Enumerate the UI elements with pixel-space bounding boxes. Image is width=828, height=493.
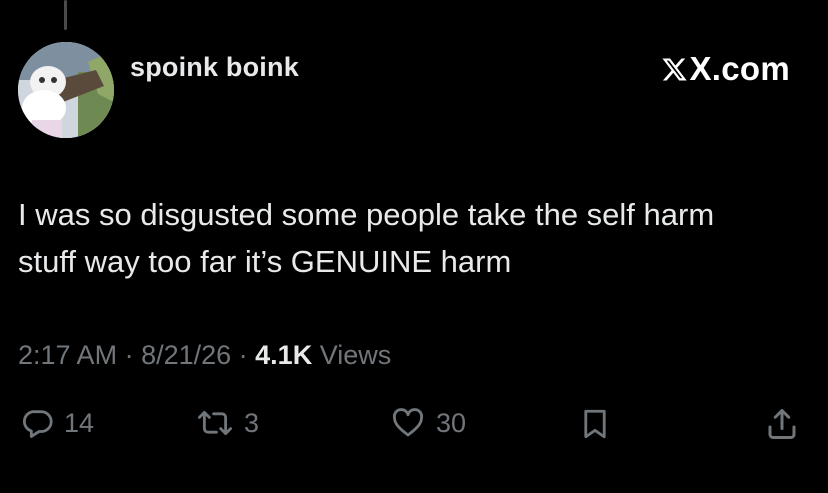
reply-icon (22, 410, 53, 438)
thread-connector-line (64, 0, 67, 30)
retweet-count: 3 (244, 407, 260, 438)
tweet-date[interactable]: 8/21/26 (141, 340, 231, 370)
brand-watermark: X.com (661, 50, 790, 88)
reply-count: 14 (64, 407, 95, 438)
tweet-meta: 2:17 AM · 8/21/26 · 4.1K Views (18, 340, 391, 371)
reply-button[interactable]: 14 (20, 406, 94, 440)
share-button[interactable] (764, 406, 800, 442)
share-icon (768, 409, 796, 439)
bookmark-button[interactable] (578, 406, 612, 442)
retweet-button[interactable]: 3 (196, 406, 259, 440)
author-name[interactable]: spoink boink (130, 52, 299, 83)
like-button[interactable]: 30 (390, 406, 466, 440)
avatar-image (18, 42, 114, 138)
views-label: Views (312, 340, 392, 370)
tweet-time[interactable]: 2:17 AM (18, 340, 117, 370)
avatar[interactable] (18, 42, 114, 138)
x-logo-icon (662, 58, 688, 80)
heart-icon (392, 408, 424, 437)
brand-text: X.com (689, 50, 790, 87)
bookmark-icon (584, 409, 606, 439)
meta-separator: · (117, 340, 142, 370)
meta-separator: · (231, 340, 256, 370)
tweet-text: I was so disgusted some people take the … (18, 197, 715, 279)
like-count: 30 (436, 407, 467, 438)
action-bar: 14 3 30 (0, 400, 828, 456)
retweet-icon (198, 410, 232, 436)
views-count: 4.1K (255, 340, 313, 370)
